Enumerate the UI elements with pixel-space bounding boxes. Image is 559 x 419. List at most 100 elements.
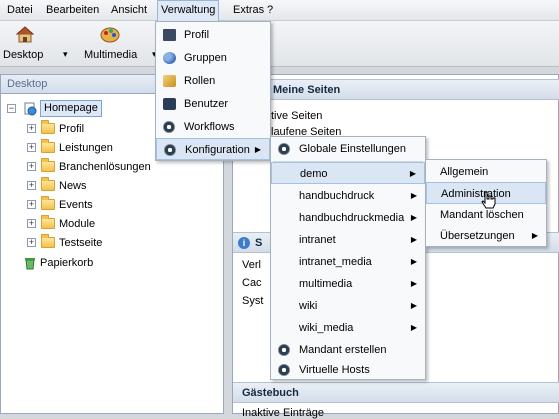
menu-item-rollen[interactable]: Rollen bbox=[156, 70, 270, 92]
menu-item-label: Administration bbox=[441, 188, 511, 200]
expand-icon[interactable]: + bbox=[27, 200, 36, 209]
menu-item-label: intranet bbox=[299, 234, 336, 246]
submenu-arrow-icon: ▶ bbox=[410, 323, 417, 332]
folder-icon bbox=[41, 158, 55, 172]
menu-item-benutzer[interactable]: Benutzer bbox=[156, 93, 270, 115]
menu-datei[interactable]: Datei bbox=[3, 0, 37, 21]
menu-item-label: Benutzer bbox=[184, 98, 229, 110]
palette-icon bbox=[100, 27, 120, 43]
menu-item-label: wiki_media bbox=[299, 322, 354, 334]
menu-verwaltung[interactable]: Verwaltung bbox=[157, 0, 220, 21]
menu-item-label: handbuchdruck bbox=[299, 190, 375, 202]
tree-item-label: Testseite bbox=[59, 237, 103, 249]
menu-item-allgemein[interactable]: Allgemein bbox=[426, 161, 546, 183]
system-line: Cac bbox=[242, 277, 262, 289]
menu-item-label: Globale Einstellungen bbox=[299, 143, 407, 155]
home-icon bbox=[16, 26, 34, 43]
folder-icon bbox=[41, 196, 55, 210]
menu-item-label: Konfiguration bbox=[185, 144, 250, 156]
meine-seiten-link[interactable]: tive Seiten bbox=[271, 110, 322, 122]
roles-icon bbox=[163, 75, 176, 87]
folder-icon bbox=[41, 120, 55, 134]
submenu-arrow-icon: ▶ bbox=[410, 213, 417, 222]
menu-item-handbuchdruck[interactable]: handbuchdruck ▶ bbox=[271, 185, 425, 207]
system-line: Verl bbox=[242, 259, 261, 271]
menu-item-label: Profil bbox=[184, 29, 210, 41]
expand-icon[interactable]: + bbox=[27, 162, 36, 171]
system-line: Syst bbox=[242, 295, 264, 307]
hosts-gear-icon bbox=[278, 364, 290, 376]
menu-item-wiki[interactable]: wiki ▶ bbox=[271, 295, 425, 317]
submenu-arrow-icon: ▶ bbox=[410, 235, 417, 244]
tree-item-label: Homepage bbox=[40, 100, 102, 117]
menu-item-wiki-media[interactable]: wiki_media ▶ bbox=[271, 317, 425, 339]
create-client-gear-icon bbox=[278, 344, 290, 356]
menu-item-workflows[interactable]: Workflows bbox=[156, 116, 270, 138]
menu-item-label: multimedia bbox=[299, 278, 353, 290]
folder-icon bbox=[41, 215, 55, 229]
menu-item-intranet[interactable]: intranet ▶ bbox=[271, 229, 425, 251]
menu-item-gruppen[interactable]: Gruppen bbox=[156, 47, 270, 69]
desktop-button[interactable]: Desktop ▾ bbox=[3, 25, 68, 63]
menu-item-label: Mandant erstellen bbox=[299, 344, 387, 356]
multimedia-button[interactable]: Multimedia ▾ bbox=[80, 25, 160, 63]
menu-item-label: wiki bbox=[299, 300, 318, 312]
chevron-down-icon[interactable]: ▾ bbox=[63, 49, 68, 60]
menu-item-handbuchdruckmedia[interactable]: handbuchdruckmedia ▶ bbox=[271, 207, 425, 229]
settings-gear-icon bbox=[278, 143, 290, 155]
submenu-arrow-icon: ▶ bbox=[410, 257, 417, 266]
menu-item-label: intranet_media bbox=[299, 256, 372, 268]
config-gear-icon bbox=[164, 144, 176, 156]
expand-icon[interactable]: + bbox=[27, 124, 36, 133]
submenu-arrow-icon: ▶ bbox=[531, 231, 538, 240]
menubar: Datei Bearbeiten Ansicht Verwaltung Extr… bbox=[0, 0, 559, 21]
expand-icon[interactable]: + bbox=[27, 143, 36, 152]
user-icon bbox=[163, 98, 176, 110]
expand-icon[interactable]: + bbox=[27, 238, 36, 247]
tree-item-label: News bbox=[59, 180, 87, 192]
tree-item-label: Profil bbox=[59, 123, 85, 135]
submenu-arrow-icon: ▶ bbox=[410, 301, 417, 310]
gaestebuch-header: Gästebuch bbox=[233, 382, 559, 403]
meine-seiten-header: Meine Seiten bbox=[233, 79, 559, 100]
menu-item-label: Übersetzungen bbox=[440, 230, 515, 242]
menu-item-mandant-erstellen[interactable]: Mandant erstellen bbox=[271, 339, 425, 361]
menu-item-label: demo bbox=[300, 168, 328, 180]
info-icon: i bbox=[238, 237, 250, 249]
submenu-arrow-icon: ▶ bbox=[410, 279, 417, 288]
menu-item-multimedia[interactable]: multimedia ▶ bbox=[271, 273, 425, 295]
menu-item-label: handbuchdruckmedia bbox=[299, 212, 405, 224]
menu-ansicht[interactable]: Ansicht bbox=[107, 0, 151, 21]
menu-help[interactable]: ? bbox=[263, 0, 277, 21]
multimedia-label: Multimedia bbox=[84, 49, 138, 61]
menu-item-uebersetzungen[interactable]: Übersetzungen ▶ bbox=[426, 225, 546, 247]
recycle-bin-icon bbox=[25, 258, 35, 270]
workflow-gear-icon bbox=[163, 121, 175, 133]
tree-item-label: Module bbox=[59, 218, 96, 230]
submenu-arrow-icon: ▶ bbox=[409, 169, 416, 178]
menu-item-label: Allgemein bbox=[440, 166, 489, 178]
folder-icon bbox=[41, 177, 55, 191]
folder-icon bbox=[41, 234, 55, 248]
tree-item-label: Branchenlösungen bbox=[59, 161, 151, 173]
menu-item-intranet-media[interactable]: intranet_media ▶ bbox=[271, 251, 425, 273]
collapse-icon[interactable]: − bbox=[7, 104, 16, 113]
expand-icon[interactable]: + bbox=[27, 219, 36, 228]
toolbar: Desktop ▾ Multimedia ▾ bbox=[0, 21, 559, 67]
menu-item-virtuelle-hosts[interactable]: Virtuelle Hosts bbox=[271, 359, 425, 381]
expand-icon[interactable]: + bbox=[27, 181, 36, 190]
menu-item-konfiguration[interactable]: Konfiguration ▶ bbox=[156, 138, 270, 160]
menu-bearbeiten[interactable]: Bearbeiten bbox=[42, 0, 103, 21]
tree-item-label: Events bbox=[59, 199, 93, 211]
submenu-arrow-icon: ▶ bbox=[254, 145, 261, 154]
menu-item-demo[interactable]: demo ▶ bbox=[271, 162, 425, 184]
desktop-label: Desktop bbox=[3, 49, 44, 61]
menu-item-profil[interactable]: Profil bbox=[156, 24, 270, 46]
menu-item-globale-einstellungen[interactable]: Globale Einstellungen bbox=[271, 138, 425, 160]
konfiguration-menu: Globale Einstellungen demo ▶ handbuchdru… bbox=[270, 136, 426, 380]
menu-item-label: Rollen bbox=[184, 75, 216, 87]
verwaltung-menu: Profil Gruppen Rollen Benutzer Workflows… bbox=[155, 21, 271, 161]
gaestebuch-link[interactable]: Inaktive Einträge bbox=[242, 407, 324, 419]
menu-item-label: Workflows bbox=[184, 121, 235, 133]
folder-icon bbox=[41, 139, 55, 153]
